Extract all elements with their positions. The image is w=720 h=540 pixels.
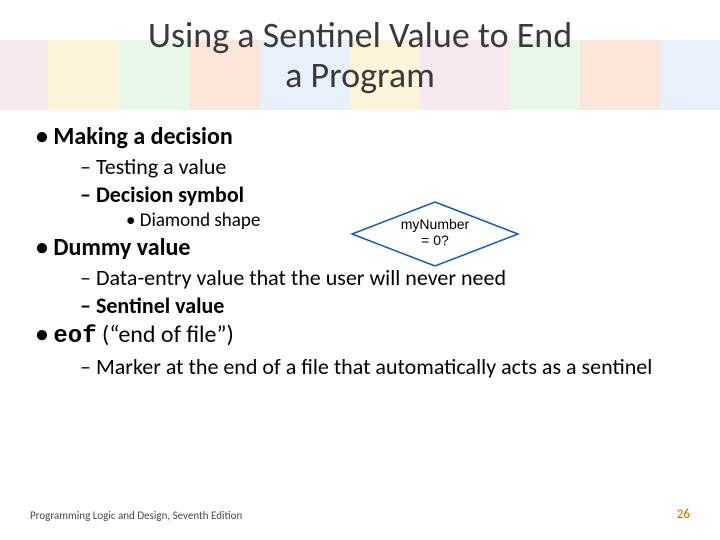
bullet-testing-value: Testing a value xyxy=(30,153,690,181)
bullet-sentinel-value: Sentinel value xyxy=(30,292,690,320)
bullet-eof: eof (“end of file”) xyxy=(30,320,690,353)
bullet-data-entry: Data-entry value that the user will neve… xyxy=(30,264,690,292)
slide: Using a Sentinel Value to End a Program … xyxy=(0,0,720,540)
footer-source: Programming Logic and Design, Seventh Ed… xyxy=(30,509,242,522)
eof-rest: (“end of file”) xyxy=(97,320,234,349)
bullet-diamond-shape: Diamond shape xyxy=(30,209,690,233)
bullet-decision-symbol: Decision symbol xyxy=(30,181,690,209)
bullet-eof-marker: Marker at the end of a file that automat… xyxy=(30,353,690,381)
slide-title: Using a Sentinel Value to End a Program xyxy=(0,16,720,95)
bullet-dummy-value: Dummy value xyxy=(30,233,690,264)
footer-page-number: 26 xyxy=(677,507,690,522)
bullet-content: Making a decision Testing a value Decisi… xyxy=(30,122,690,381)
eof-code: eof xyxy=(53,323,96,350)
title-line-2: a Program xyxy=(285,53,435,97)
bullet-making-decision: Making a decision xyxy=(30,122,690,153)
title-line-1: Using a Sentinel Value to End xyxy=(148,13,572,57)
